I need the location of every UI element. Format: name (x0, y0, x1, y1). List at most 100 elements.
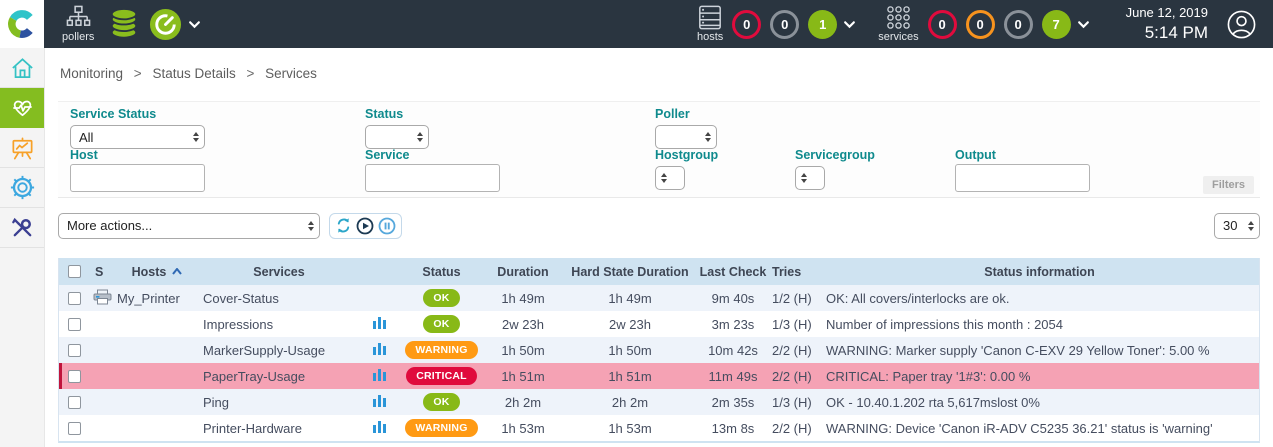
column-header-duration[interactable]: Duration (484, 258, 562, 285)
sidebar-item-monitoring[interactable] (0, 88, 44, 128)
row-checkbox[interactable] (68, 422, 81, 435)
sidebar-item-reporting[interactable] (0, 128, 44, 168)
graph-icon[interactable] (373, 368, 386, 384)
hard-state-duration-cell: 1h 49m (562, 285, 698, 311)
service-status-select[interactable]: All (70, 125, 205, 149)
heartbeat-icon (9, 95, 36, 121)
column-header-status-information[interactable]: Status information (820, 258, 1259, 285)
service-name[interactable]: Cover-Status (203, 291, 279, 306)
services-unknown-counter[interactable]: 0 (1004, 10, 1033, 39)
table-row[interactable]: My_Printer Cover-Status OK 1h 49m 1h 49m… (59, 285, 1259, 311)
column-header-hosts[interactable]: Hosts (115, 258, 199, 285)
service-name[interactable]: PaperTray-Usage (203, 369, 305, 384)
row-checkbox[interactable] (68, 344, 81, 357)
page-size-select[interactable]: 30 (1214, 213, 1260, 239)
services-warning-counter[interactable]: 0 (966, 10, 995, 39)
row-checkbox[interactable] (68, 396, 81, 409)
table-row[interactable]: Printer-Hardware WARNING 1h 53m 1h 53m 1… (59, 415, 1259, 441)
hostgroup-select[interactable] (655, 166, 685, 190)
hosts-menu[interactable]: hosts (697, 5, 723, 43)
table-row[interactable]: PaperTray-Usage CRITICAL 1h 51m 1h 51m 1… (59, 363, 1259, 389)
service-name[interactable]: MarkerSupply-Usage (203, 343, 325, 358)
host-input[interactable] (70, 164, 205, 192)
presentation-chart-icon (9, 135, 36, 161)
status-badge: OK (423, 393, 459, 411)
column-header-hard-state-duration[interactable]: Hard State Duration (562, 258, 698, 285)
graph-icon[interactable] (373, 316, 386, 332)
column-header-status[interactable]: Status (399, 258, 484, 285)
sidebar-item-configuration[interactable] (0, 168, 44, 208)
tries-cell: 1/3 (H) (768, 311, 820, 337)
latency-gauge-button[interactable] (149, 8, 182, 41)
services-menu[interactable]: services (878, 5, 918, 43)
service-name[interactable]: Impressions (203, 317, 273, 332)
graph-icon[interactable] (373, 394, 386, 410)
table-row[interactable]: MarkerSupply-Usage WARNING 1h 50m 1h 50m… (59, 337, 1259, 363)
actions-toolbar: More actions... (58, 212, 1260, 239)
duration-cell: 1h 51m (484, 363, 562, 389)
duration-cell: 2w 23h (484, 311, 562, 337)
centreon-logo-icon (7, 9, 37, 39)
row-checkbox[interactable] (68, 370, 81, 383)
breadcrumb-separator: > (134, 66, 142, 81)
hosts-chevron-down-icon[interactable] (843, 20, 856, 29)
hosts-down-counter[interactable]: 0 (732, 10, 761, 39)
poller-select[interactable] (655, 125, 717, 149)
duration-cell: 1h 50m (484, 337, 562, 363)
select-all-checkbox[interactable] (68, 265, 81, 278)
refresh-button[interactable] (335, 217, 352, 234)
row-checkbox[interactable] (68, 318, 81, 331)
filters-panel: Service Status All Status Poller Host Se… (58, 101, 1260, 198)
tries-cell: 1/2 (H) (768, 285, 820, 311)
database-icon (108, 8, 140, 40)
last-check-cell: 11m 49s (698, 363, 768, 389)
table-row[interactable]: Ping OK 2h 2m 2h 2m 2m 35s 1/3 (H) OK - … (59, 389, 1259, 415)
more-actions-select[interactable]: More actions... (58, 213, 320, 239)
select-spinner-icon (417, 132, 423, 142)
select-spinner-icon (1248, 221, 1254, 231)
column-header-s[interactable]: S (89, 258, 115, 285)
poller-chevron-down-icon[interactable] (188, 20, 201, 29)
graph-icon[interactable] (373, 420, 386, 436)
status-information-cell: WARNING: Marker supply 'Canon C-EXV 29 Y… (820, 337, 1259, 363)
printer-icon (93, 289, 112, 308)
column-header-tries[interactable]: Tries (768, 258, 820, 285)
service-input[interactable] (365, 164, 500, 192)
breadcrumb-services[interactable]: Services (265, 66, 317, 81)
hard-state-duration-cell: 1h 53m (562, 415, 698, 441)
output-input[interactable] (955, 164, 1090, 192)
services-critical-counter[interactable]: 0 (928, 10, 957, 39)
select-spinner-icon (705, 132, 711, 142)
column-header-services[interactable]: Services (199, 258, 359, 285)
table-row[interactable]: Impressions OK 2w 23h 2w 23h 3m 23s 1/3 … (59, 311, 1259, 337)
services-chevron-down-icon[interactable] (1077, 20, 1090, 29)
hosts-label: hosts (697, 31, 723, 43)
services-label: services (878, 31, 918, 43)
breadcrumb-status-details[interactable]: Status Details (152, 66, 235, 81)
row-checkbox[interactable] (68, 292, 81, 305)
services-ok-counter[interactable]: 7 (1042, 10, 1071, 39)
servicegroup-select[interactable] (795, 166, 825, 190)
select-spinner-icon (661, 173, 667, 183)
centreon-logo[interactable] (0, 0, 44, 48)
service-name[interactable]: Printer-Hardware (203, 421, 302, 436)
database-status-button[interactable] (108, 8, 140, 40)
table-body: My_Printer Cover-Status OK 1h 49m 1h 49m… (59, 285, 1259, 441)
hosts-unreachable-counter[interactable]: 0 (770, 10, 799, 39)
top-header: pollers hosts (0, 0, 1273, 48)
pause-button[interactable] (378, 217, 396, 235)
breadcrumb-monitoring[interactable]: Monitoring (60, 66, 123, 81)
graph-icon[interactable] (373, 342, 386, 358)
status-badge: OK (423, 315, 459, 333)
pollers-menu[interactable]: pollers (62, 5, 94, 43)
service-name[interactable]: Ping (203, 395, 229, 410)
hosts-up-counter[interactable]: 1 (808, 10, 837, 39)
sidebar-item-home[interactable] (0, 48, 44, 88)
user-menu-button[interactable] (1226, 9, 1257, 40)
host-name[interactable]: My_Printer (117, 291, 180, 306)
play-button[interactable] (356, 217, 374, 235)
sidebar-item-administration[interactable] (0, 208, 44, 248)
column-header-last-check[interactable]: Last Check (698, 258, 768, 285)
services-table: S Hosts Services Status Duration Hard St… (58, 258, 1260, 443)
status-select[interactable] (365, 125, 429, 149)
